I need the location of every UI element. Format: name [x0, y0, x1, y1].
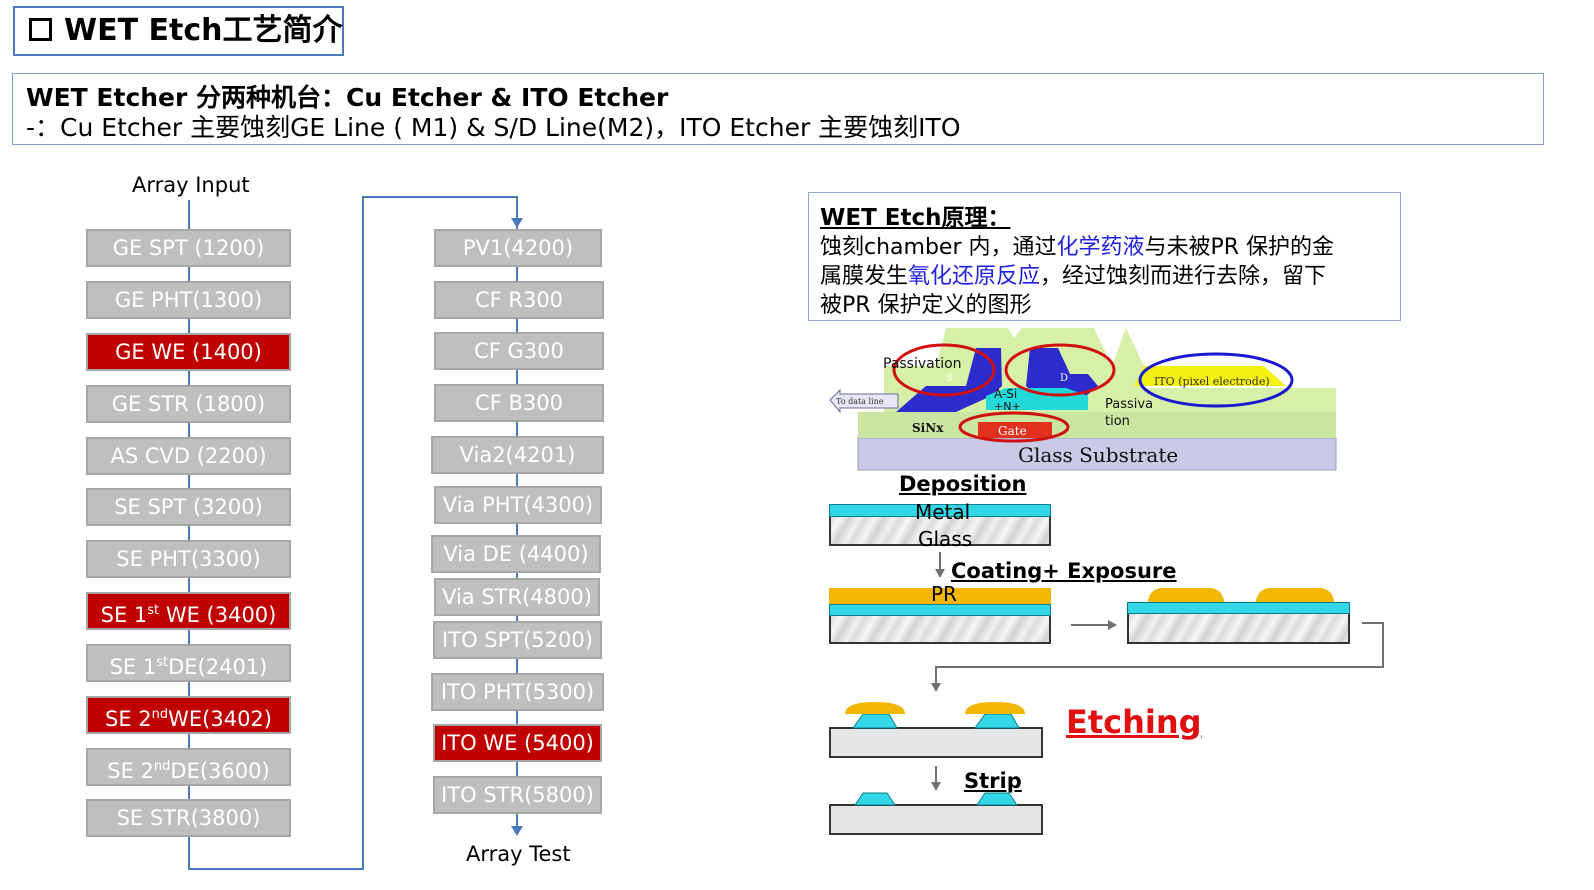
strip-stage-diagram [829, 792, 1043, 835]
process-step: SE STR(3800) [86, 799, 291, 837]
process-arrow-line [1382, 622, 1384, 668]
process-step: ITO SPT(5200) [433, 621, 602, 659]
source-label: S [946, 373, 953, 384]
intro-detail: -：Cu Etcher 主要蚀刻GE Line ( M1) & S/D Line… [26, 113, 961, 142]
arrow-down-icon [511, 218, 523, 228]
process-step: Via PHT(4300) [434, 486, 602, 524]
principle-line: 蚀刻chamber 内，通过化学药液与未被PR 保护的金 [820, 229, 1334, 261]
process-step-highlight: SE 1st WE (3400) [86, 592, 291, 630]
tft-cross-section-diagram: Passivation S D ITO (pixel electrode) To… [829, 328, 1337, 471]
principle-text: 属膜发生 [820, 264, 909, 289]
process-step: Via DE (4400) [431, 535, 601, 573]
process-arrow-line [935, 666, 1384, 668]
square-bullet-icon [29, 18, 52, 41]
process-step-highlight: ITO WE (5400) [433, 724, 602, 762]
process-step: GE SPT (1200) [86, 229, 291, 267]
process-step: GE PHT(1300) [86, 281, 291, 319]
process-arrow-line [935, 666, 937, 684]
gate-label: Gate [998, 424, 1027, 438]
metal-layer [1127, 602, 1350, 614]
process-step: SE SPT (3200) [86, 488, 291, 526]
principle-highlight: 化学药液 [1056, 235, 1145, 260]
flow-end-label: Array Test [466, 842, 571, 866]
deposition-label: Deposition [899, 472, 1027, 496]
process-step: SE PHT(3300) [86, 540, 291, 578]
passivation-right-label: Passiva [1105, 397, 1153, 412]
flow-connector [362, 196, 518, 198]
process-step: ITO STR(5800) [433, 776, 602, 814]
page-title: WET Etch工艺简介 [13, 6, 344, 56]
process-step: Via2(4201) [431, 436, 604, 474]
pr-pattern [1256, 588, 1334, 602]
flow-connector [188, 868, 364, 870]
passivation-label: Passivation [883, 356, 962, 372]
glass-label: Glass [918, 527, 973, 551]
etching-stage-diagram [829, 702, 1043, 758]
pr-label: PR [931, 582, 957, 606]
process-step: CF B300 [434, 384, 604, 422]
etching-label: Etching [1066, 703, 1202, 741]
drain-label: D [1060, 373, 1068, 384]
process-step: AS CVD (2200) [86, 437, 291, 475]
page-title-text: WET Etch工艺简介 [64, 13, 343, 48]
pr-pattern [1148, 588, 1224, 602]
asi-label: A-Si [994, 387, 1017, 401]
process-step: CF R300 [434, 281, 604, 319]
process-step: SE 2ndDE(3600) [86, 748, 291, 786]
process-step-highlight: SE 2ndWE(3402) [86, 696, 291, 734]
passivation-right-label-2: tion [1105, 414, 1130, 429]
process-step: Via STR(4800) [434, 578, 600, 616]
ito-label: ITO (pixel electrode) [1154, 375, 1270, 388]
principle-text: ，经过蚀刻而进行去除，留下 [1040, 264, 1327, 289]
flow-connector [362, 197, 364, 870]
arrow-right-icon [1108, 620, 1117, 630]
process-step: GE STR (1800) [86, 385, 291, 423]
coating-exposure-label: Coating+ Exposure [951, 559, 1177, 583]
flow-start-label: Array Input [132, 173, 250, 197]
sinx-label: SiNx [912, 421, 944, 435]
process-arrow-line [1362, 622, 1384, 624]
process-step: PV1(4200) [434, 229, 602, 267]
process-arrow-line [1071, 624, 1109, 626]
n-plus-label: +N+ [994, 400, 1021, 413]
process-step: SE 1stDE(2401) [86, 644, 291, 682]
data-line-label: To data line [836, 397, 884, 406]
principle-title: WET Etch原理： [820, 205, 1011, 231]
process-step: CF G300 [434, 332, 604, 370]
arrow-down-icon [931, 683, 941, 692]
principle-text: 与未被PR 保护的金 [1144, 235, 1335, 260]
principle-highlight: 氧化还原反应 [908, 264, 1041, 289]
process-step-highlight: GE WE (1400) [86, 333, 291, 371]
principle-line: 属膜发生氧化还原反应，经过蚀刻而进行去除，留下 [820, 258, 1326, 290]
process-step: ITO PHT(5300) [431, 673, 604, 711]
principle-line: 被PR 保护定义的图形 [820, 293, 1032, 318]
arrow-down-icon [511, 826, 523, 836]
arrow-down-icon [935, 569, 945, 578]
glass-substrate-label: Glass Substrate [1018, 443, 1178, 467]
process-arrow-line [939, 552, 941, 570]
metal-label: Metal [915, 500, 971, 524]
principle-text: 蚀刻chamber 内，通过 [820, 235, 1057, 260]
